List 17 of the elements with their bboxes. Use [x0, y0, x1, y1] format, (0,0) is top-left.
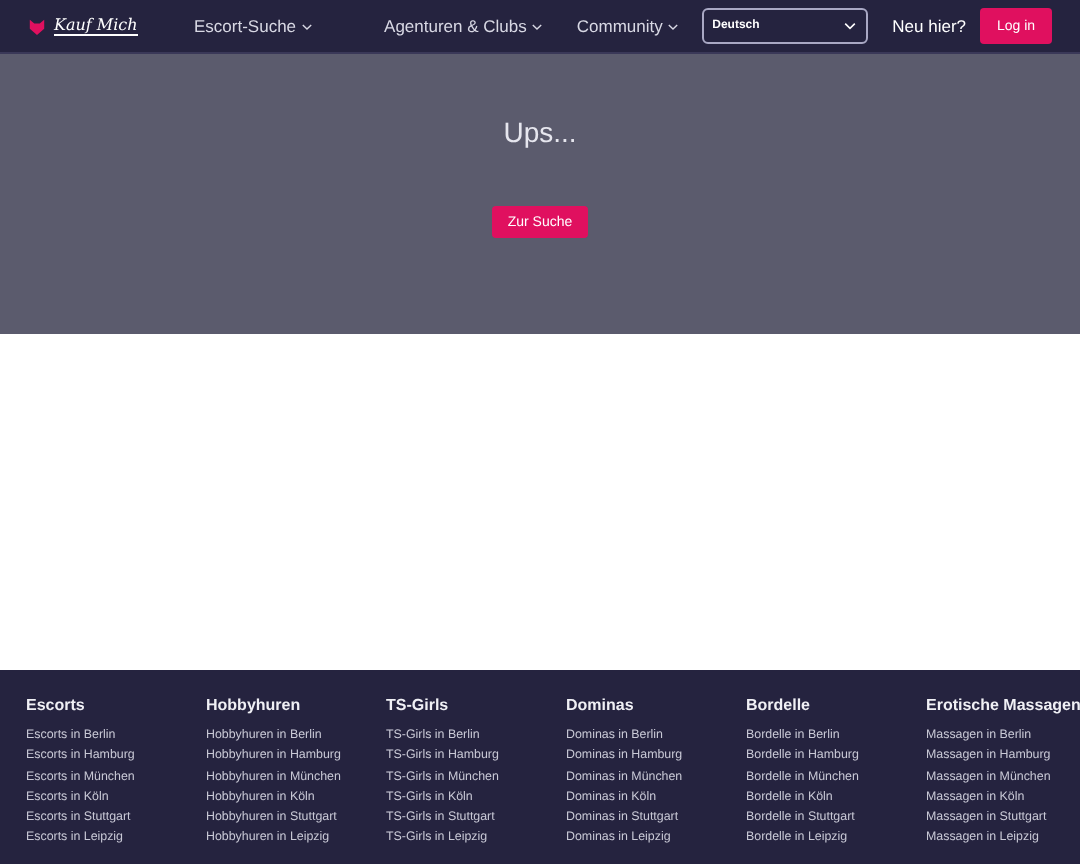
footer-heading: Escorts [26, 696, 87, 716]
nav-menu-item[interactable]: Community [576, 16, 681, 36]
nav-menu-item[interactable]: Escort-Suche [194, 16, 315, 36]
signup-prompt: Neu hier? [892, 16, 966, 36]
chevron-down-icon [842, 18, 859, 34]
footer-heading: Dominas [566, 696, 636, 716]
footer-heading: TS-Girls [386, 696, 451, 716]
footer-heading: Erotische Massagen [926, 696, 1080, 716]
cat-head-icon [28, 17, 46, 35]
footer-heading: Hobbyhuren [206, 696, 303, 716]
chevron-down-icon [530, 19, 545, 33]
nav-menu-item[interactable]: Agenturen & Clubs [384, 16, 545, 36]
chevron-down-icon [300, 19, 315, 33]
footer-heading: Bordelle [746, 696, 813, 716]
error-title: Ups... [503, 116, 577, 148]
logo-text[interactable]: Kauf Mich [54, 16, 138, 36]
chevron-down-icon [666, 19, 681, 33]
